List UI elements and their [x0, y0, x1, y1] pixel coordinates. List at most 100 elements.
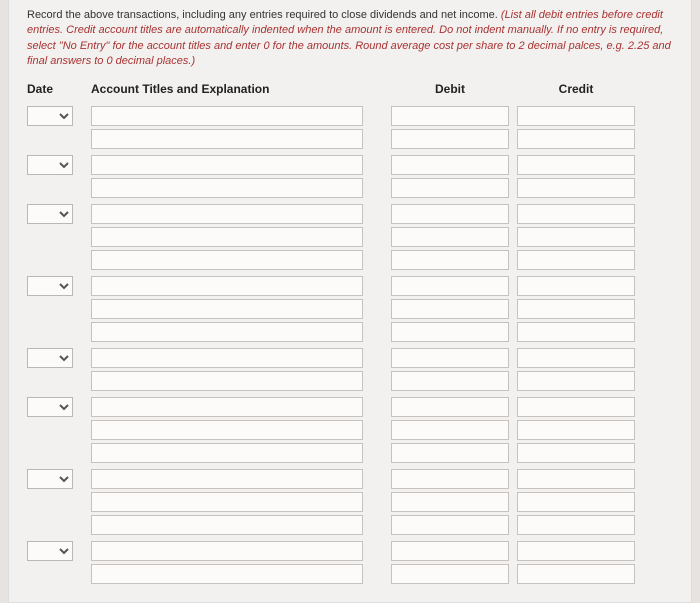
date-select[interactable] [27, 204, 73, 224]
date-select[interactable] [27, 469, 73, 489]
date-select[interactable] [27, 276, 73, 296]
entry-row [27, 322, 673, 342]
date-select[interactable] [27, 541, 73, 561]
credit-input[interactable] [517, 564, 635, 584]
account-title-input[interactable] [91, 564, 363, 584]
entry-row [27, 348, 673, 368]
credit-input[interactable] [517, 515, 635, 535]
date-select[interactable] [27, 348, 73, 368]
entry-row [27, 371, 673, 391]
account-title-input[interactable] [91, 348, 363, 368]
entry-row [27, 515, 673, 535]
debit-input[interactable] [391, 276, 509, 296]
debit-input[interactable] [391, 371, 509, 391]
entry-group [27, 204, 673, 270]
debit-input[interactable] [391, 443, 509, 463]
date-select[interactable] [27, 155, 73, 175]
header-account: Account Titles and Explanation [91, 82, 363, 96]
account-title-input[interactable] [91, 469, 363, 489]
debit-input[interactable] [391, 299, 509, 319]
account-title-input[interactable] [91, 155, 363, 175]
debit-input[interactable] [391, 348, 509, 368]
entry-row [27, 299, 673, 319]
debit-input[interactable] [391, 469, 509, 489]
account-title-input[interactable] [91, 322, 363, 342]
account-title-input[interactable] [91, 129, 363, 149]
entry-group [27, 541, 673, 584]
account-title-input[interactable] [91, 276, 363, 296]
account-title-input[interactable] [91, 227, 363, 247]
account-title-input[interactable] [91, 420, 363, 440]
debit-input[interactable] [391, 106, 509, 126]
header-debit: Debit [391, 82, 509, 96]
account-title-input[interactable] [91, 371, 363, 391]
account-title-input[interactable] [91, 541, 363, 561]
debit-input[interactable] [391, 420, 509, 440]
credit-input[interactable] [517, 250, 635, 270]
credit-input[interactable] [517, 420, 635, 440]
header-date: Date [27, 82, 91, 96]
account-title-input[interactable] [91, 492, 363, 512]
account-title-input[interactable] [91, 515, 363, 535]
account-title-input[interactable] [91, 204, 363, 224]
credit-input[interactable] [517, 492, 635, 512]
account-title-input[interactable] [91, 250, 363, 270]
entry-row [27, 276, 673, 296]
entry-row [27, 443, 673, 463]
journal-entry-form: Record the above transactions, including… [8, 0, 692, 603]
credit-input[interactable] [517, 106, 635, 126]
date-select[interactable] [27, 106, 73, 126]
entry-row [27, 564, 673, 584]
entry-row [27, 178, 673, 198]
debit-input[interactable] [391, 541, 509, 561]
entry-row [27, 155, 673, 175]
debit-input[interactable] [391, 250, 509, 270]
entry-group [27, 155, 673, 198]
account-title-input[interactable] [91, 178, 363, 198]
credit-input[interactable] [517, 371, 635, 391]
credit-input[interactable] [517, 541, 635, 561]
instructions-black: Record the above transactions, including… [27, 9, 501, 21]
account-title-input[interactable] [91, 299, 363, 319]
credit-input[interactable] [517, 469, 635, 489]
entries-container [27, 106, 673, 584]
instructions-text: Record the above transactions, including… [27, 8, 673, 70]
credit-input[interactable] [517, 348, 635, 368]
credit-input[interactable] [517, 129, 635, 149]
date-select[interactable] [27, 397, 73, 417]
entry-group [27, 469, 673, 535]
credit-input[interactable] [517, 443, 635, 463]
entry-row [27, 420, 673, 440]
credit-input[interactable] [517, 276, 635, 296]
entry-group [27, 348, 673, 391]
debit-input[interactable] [391, 515, 509, 535]
header-credit: Credit [517, 82, 635, 96]
credit-input[interactable] [517, 397, 635, 417]
debit-input[interactable] [391, 129, 509, 149]
debit-input[interactable] [391, 564, 509, 584]
debit-input[interactable] [391, 227, 509, 247]
entry-row [27, 129, 673, 149]
debit-input[interactable] [391, 397, 509, 417]
entry-row [27, 227, 673, 247]
entry-group [27, 276, 673, 342]
credit-input[interactable] [517, 322, 635, 342]
credit-input[interactable] [517, 178, 635, 198]
credit-input[interactable] [517, 299, 635, 319]
debit-input[interactable] [391, 322, 509, 342]
debit-input[interactable] [391, 492, 509, 512]
debit-input[interactable] [391, 204, 509, 224]
account-title-input[interactable] [91, 106, 363, 126]
credit-input[interactable] [517, 227, 635, 247]
credit-input[interactable] [517, 155, 635, 175]
account-title-input[interactable] [91, 443, 363, 463]
entry-row [27, 541, 673, 561]
entry-row [27, 250, 673, 270]
debit-input[interactable] [391, 155, 509, 175]
credit-input[interactable] [517, 204, 635, 224]
entry-group [27, 397, 673, 463]
debit-input[interactable] [391, 178, 509, 198]
account-title-input[interactable] [91, 397, 363, 417]
entry-row [27, 397, 673, 417]
entry-row [27, 204, 673, 224]
